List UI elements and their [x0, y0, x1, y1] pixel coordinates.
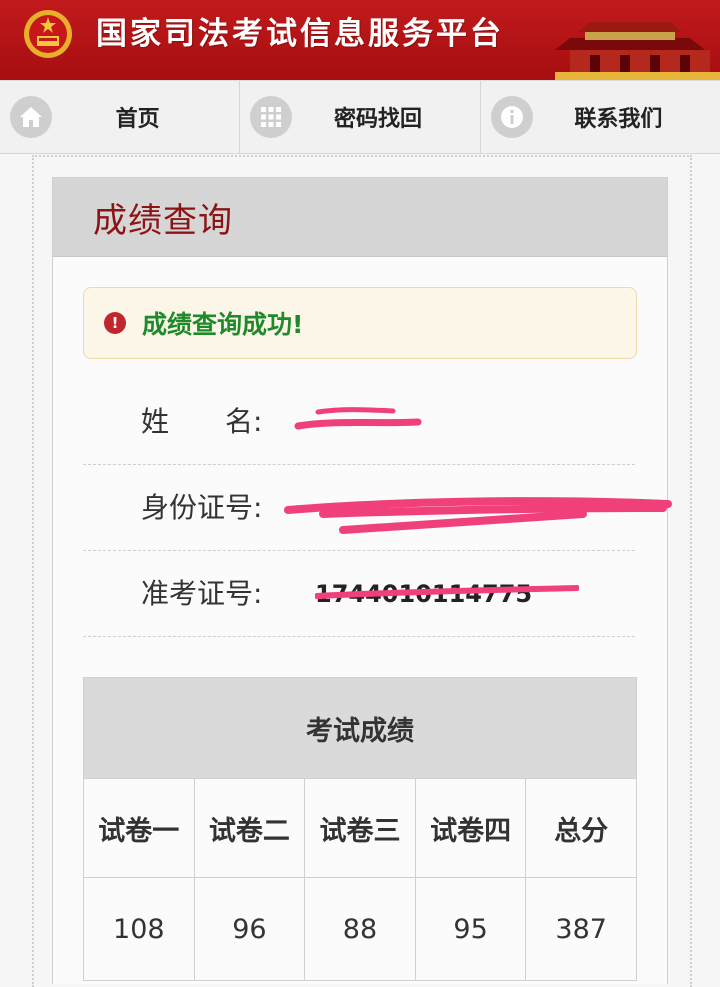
- score-total: 387: [525, 877, 637, 981]
- score-header-row: 试卷一 试卷二 试卷三 试卷四 总分: [83, 778, 637, 878]
- score-paper-1: 108: [83, 877, 195, 981]
- info-row-exam-number: 准考证号: 1744010114775: [83, 550, 635, 637]
- panel-title: 成绩查询: [93, 200, 233, 241]
- site-title: 国家司法考试信息服务平台: [96, 16, 504, 52]
- name-label: 姓 名:: [141, 405, 263, 438]
- score-paper-2: 96: [193, 877, 306, 981]
- site-header: 国家司法考试信息服务平台: [0, 0, 720, 80]
- id-number-label: 身份证号:: [141, 491, 263, 524]
- score-query-panel: 成绩查询 ! 成绩查询成功! 姓 名: 身份证号: 准考证号: 17440101…: [52, 177, 672, 984]
- score-header-paper-4: 试卷四: [414, 778, 527, 878]
- tiananmen-decoration: [555, 22, 720, 80]
- score-paper-3: 88: [304, 877, 416, 981]
- alert-icon: !: [104, 312, 126, 334]
- score-table-caption: 考试成绩: [83, 677, 637, 779]
- info-row-id-number: 身份证号:: [83, 464, 672, 551]
- success-alert: ! 成绩查询成功!: [83, 287, 637, 359]
- score-value-row: 108 96 88 95 387: [83, 877, 637, 981]
- home-icon: [10, 96, 52, 138]
- score-table: 考试成绩 试卷一 试卷二 试卷三 试卷四 总分 108 96 88 95 387: [83, 677, 637, 981]
- score-header-paper-3: 试卷三: [304, 778, 416, 878]
- score-paper-4: 95: [414, 877, 527, 981]
- redaction-mark: [315, 585, 579, 599]
- national-emblem-icon: [24, 10, 72, 58]
- info-row-name: 姓 名:: [83, 378, 635, 465]
- panel-header: 成绩查询: [53, 178, 667, 257]
- score-header-total: 总分: [525, 778, 637, 878]
- score-header-paper-2: 试卷二: [193, 778, 306, 878]
- nav-home[interactable]: 首页: [0, 81, 241, 153]
- alert-message: 成绩查询成功!: [142, 310, 304, 339]
- redaction-mark: [294, 407, 422, 430]
- nav-password-recovery[interactable]: 密码找回: [240, 81, 481, 153]
- main-nav: 首页 密码找回 联系我们: [0, 80, 720, 154]
- info-icon: [490, 96, 533, 138]
- redaction-mark: [284, 497, 672, 534]
- score-header-paper-1: 试卷一: [83, 778, 195, 878]
- nav-contact[interactable]: 联系我们: [480, 81, 720, 153]
- exam-number-label: 准考证号:: [141, 577, 263, 610]
